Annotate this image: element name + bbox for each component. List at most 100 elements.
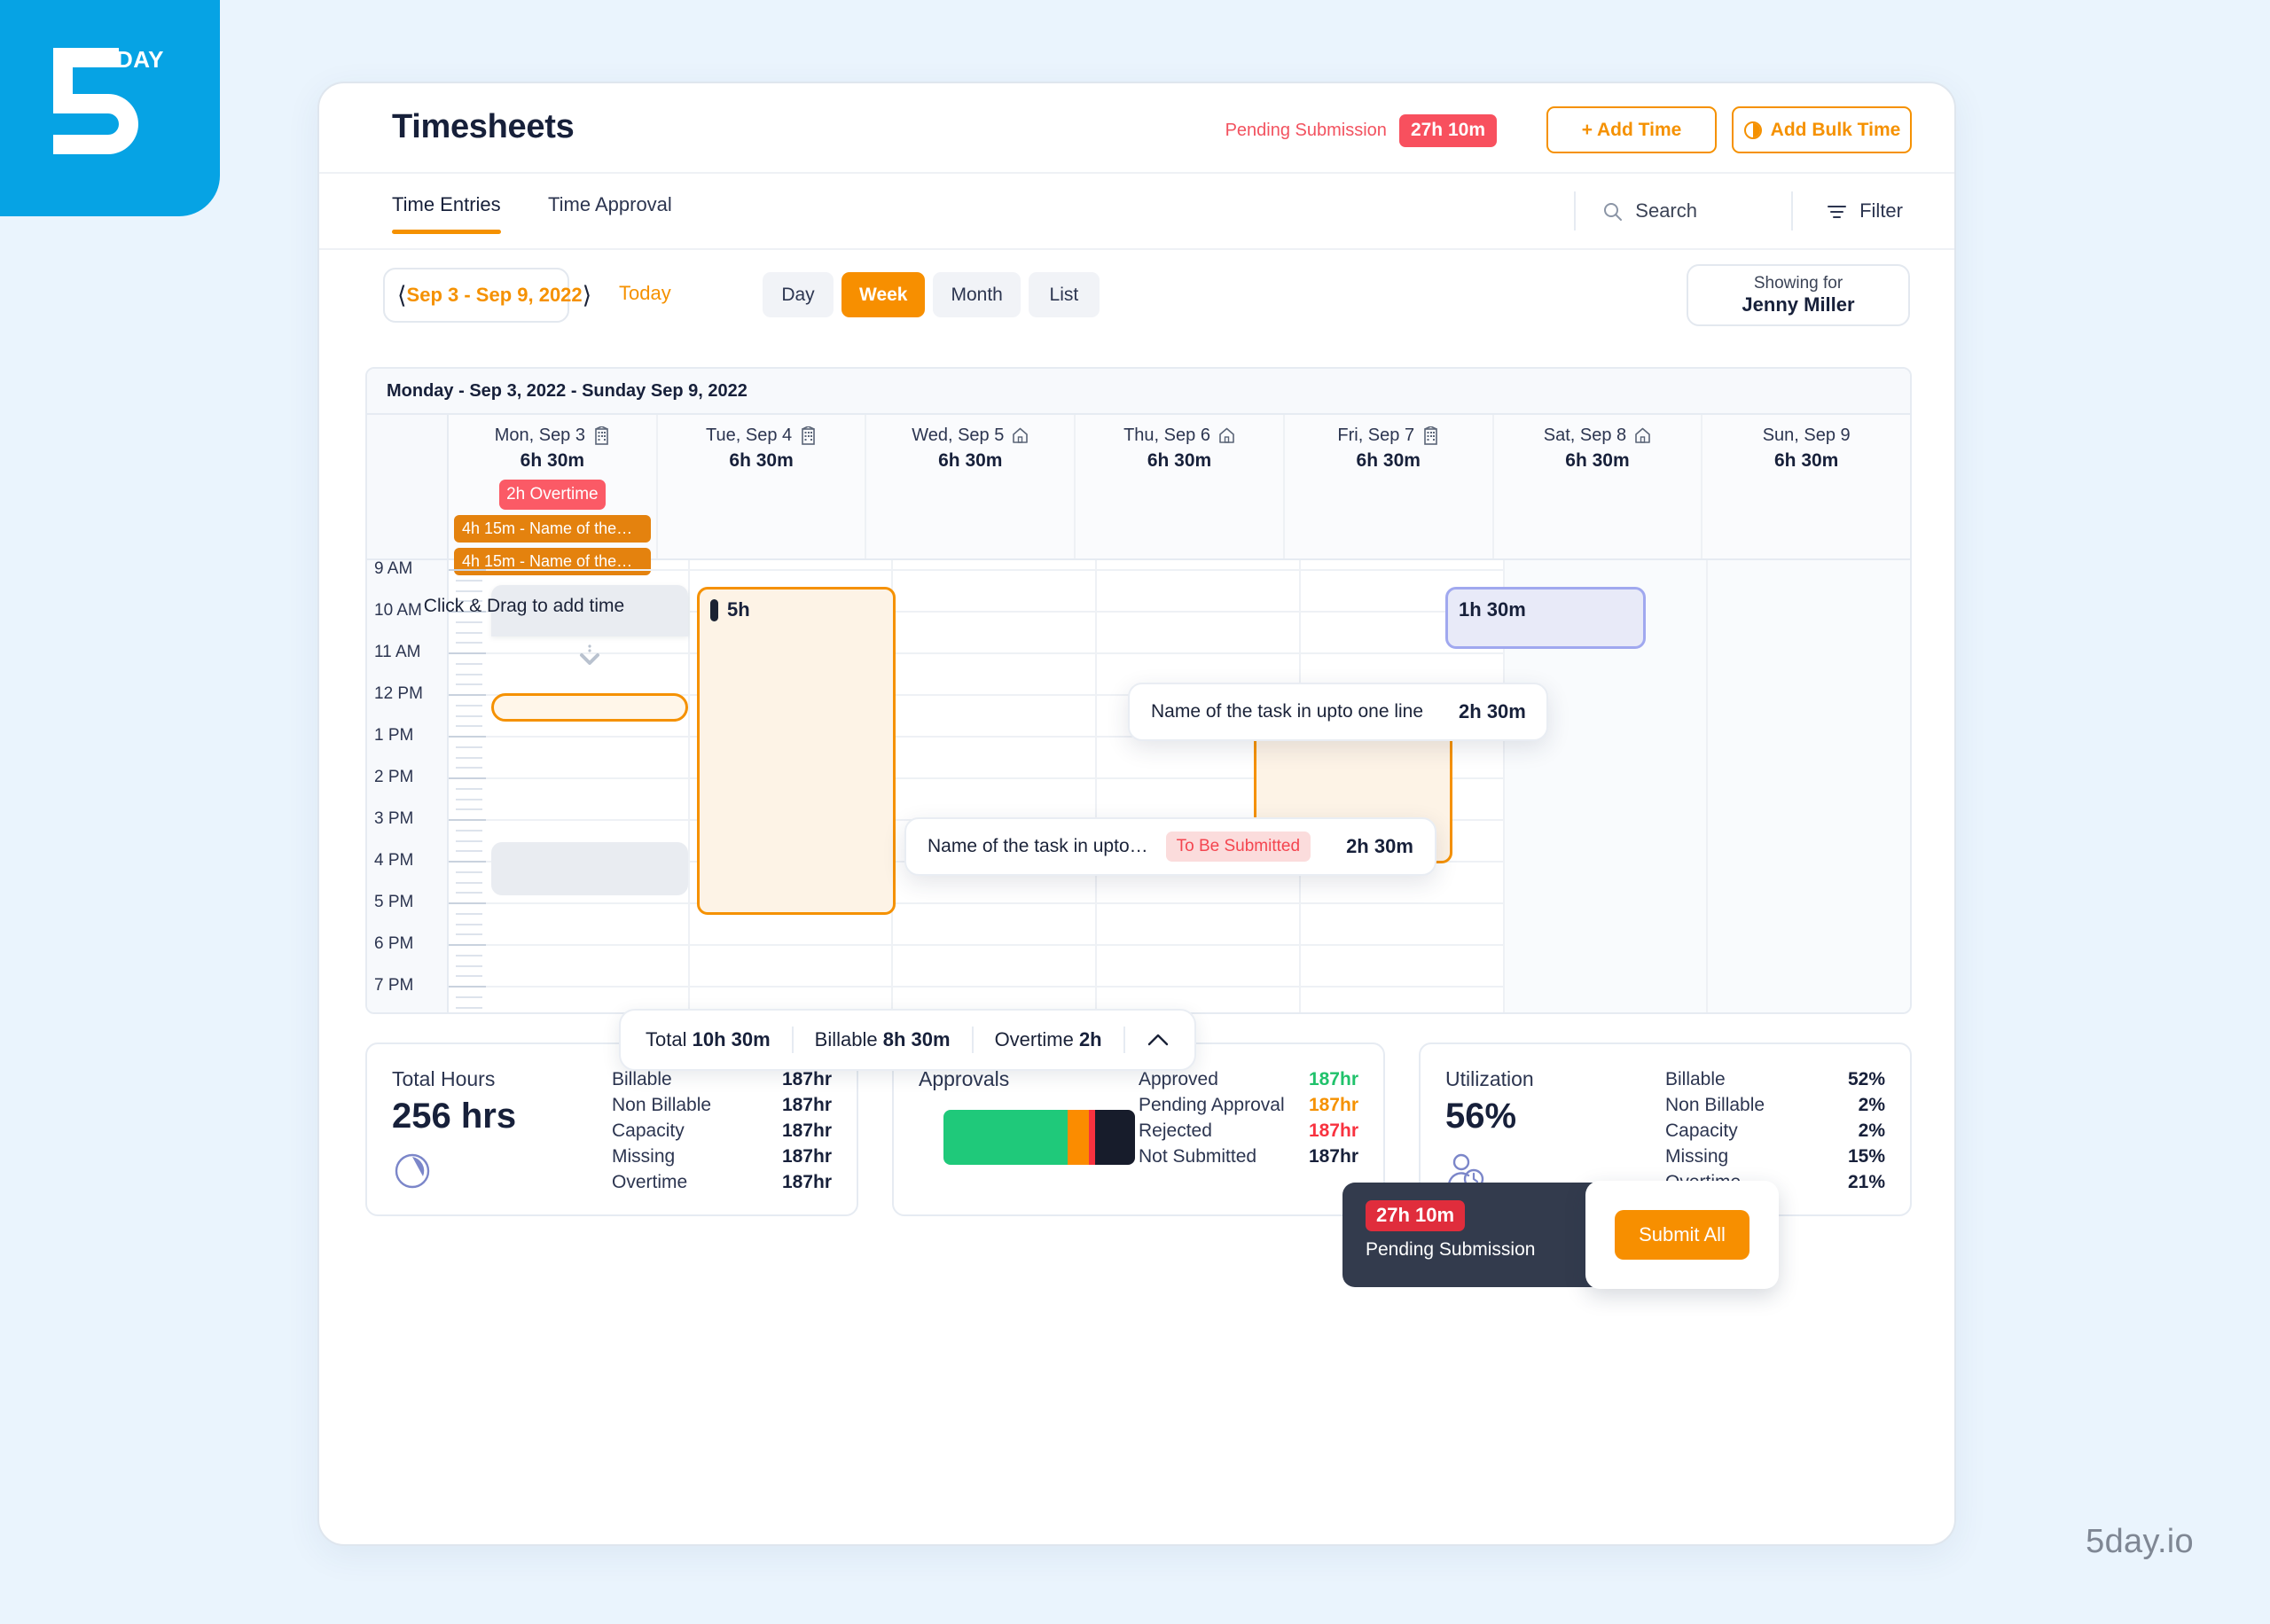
time-axis: 9 AM 10 AM 11 AM 12 PM 1 PM 2 PM 3 PM 4 PM 5 PM 6… <box>367 560 449 1012</box>
approvals-rows: Approved 187hr Pending Approval 187hr Reje… <box>1139 1067 1358 1191</box>
drag-to-add-block[interactable] <box>491 585 688 636</box>
time-label: 9 AM <box>374 560 413 578</box>
time-entry-tue-5h[interactable]: 5h <box>697 587 896 915</box>
chevron-right-icon[interactable]: ⟩ <box>583 283 592 308</box>
row-value: 21% <box>1847 1172 1885 1192</box>
approvals-heading: Approvals <box>919 1067 1010 1090</box>
total-hours-heading: Total Hours <box>392 1067 496 1090</box>
tab-time-entries[interactable]: Time Entries <box>392 193 501 234</box>
time-tick-major <box>449 569 486 571</box>
day-header-wed[interactable]: Wed, Sep 5 6h 30m <box>866 415 1076 558</box>
row-value: 187hr <box>1308 1095 1358 1115</box>
office-building-icon <box>1424 426 1437 445</box>
time-label: 2 PM <box>374 768 414 786</box>
view-option-month[interactable]: Month <box>933 272 1021 317</box>
row-value: 187hr <box>781 1069 832 1089</box>
drag-preview-block-mon[interactable] <box>491 842 688 895</box>
today-button[interactable]: Today <box>619 282 671 305</box>
calendar-toolbar: ⟨ Sep 3 - Sep 9, 2022 ⟩ Today Day Week M… <box>319 250 1954 342</box>
search-placeholder: Search <box>1635 199 1697 222</box>
day-header-sun[interactable]: Sun, Sep 9 6h 30m <box>1702 415 1910 558</box>
time-label: 12 PM <box>374 684 423 703</box>
row-value: 187hr <box>781 1095 832 1115</box>
chevron-up-icon[interactable] <box>1147 1033 1170 1047</box>
date-range-navigator[interactable]: ⟨ Sep 3 - Sep 9, 2022 ⟩ <box>383 268 591 323</box>
popover-duration: 2h 30m <box>1346 835 1413 857</box>
time-tick-minor <box>456 829 482 832</box>
row-key: Non Billable <box>1665 1095 1765 1115</box>
billable-value: 8h 30m <box>882 1028 951 1050</box>
pending-submission-badge: 27h 10m <box>1398 114 1497 147</box>
summary-row: Pending Approval 187hr <box>1139 1095 1358 1116</box>
time-tick-minor <box>456 683 482 686</box>
time-tick-minor <box>456 892 482 894</box>
divider <box>791 1027 794 1053</box>
add-bulk-time-button[interactable]: Add Bulk Time <box>1732 106 1912 153</box>
divider <box>971 1027 974 1053</box>
pending-submission-label: Pending Submission <box>1225 121 1387 140</box>
row-key: Overtime <box>612 1172 688 1192</box>
day-header-fri[interactable]: Fri, Sep 7 6h 30m <box>1285 415 1494 558</box>
totals-bar[interactable]: Total 10h 30m Billable 8h 30m Overtime 2… <box>619 1009 1196 1071</box>
summary-row: Rejected 187hr <box>1139 1120 1358 1142</box>
chevron-down-drag-icon[interactable] <box>575 642 605 672</box>
date-range-label: Sep 3 - Sep 9, 2022 <box>406 284 583 306</box>
search-input[interactable]: Search <box>1574 191 1697 230</box>
entry-popover-thu[interactable]: Name of the task in upto… To Be Submitte… <box>904 817 1436 876</box>
day-hours-fri: 6h 30m <box>1356 450 1421 471</box>
time-tick-minor <box>456 714 482 717</box>
row-value: 187hr <box>781 1120 832 1141</box>
summary-row: Non Billable 187hr <box>612 1095 832 1116</box>
summary-row: Non Billable 2% <box>1665 1095 1885 1116</box>
filter-button[interactable]: Filter <box>1791 191 1903 230</box>
view-option-day[interactable]: Day <box>763 272 834 317</box>
pending-submission-summary: Pending Submission 27h 10m <box>1225 114 1497 147</box>
row-key: Pending Approval <box>1139 1095 1285 1115</box>
submit-all-button[interactable]: Submit All <box>1615 1210 1749 1260</box>
grid-column-sun[interactable] <box>1708 560 1910 1012</box>
bar-segment-not-submitted <box>1094 1110 1135 1165</box>
popover-status-badge: To Be Submitted <box>1165 832 1311 862</box>
row-value: 187hr <box>781 1146 832 1167</box>
empty-time-slot-mon[interactable] <box>491 693 688 722</box>
time-entry-fri-1h30m[interactable]: 1h 30m <box>1445 587 1646 649</box>
day-header-tue[interactable]: Tue, Sep 4 6h 30m <box>658 415 867 558</box>
showing-for-selector[interactable]: Showing for Jenny Miller <box>1687 264 1910 326</box>
add-time-button[interactable]: + Add Time <box>1546 106 1717 153</box>
time-tick-major <box>449 736 486 738</box>
time-tick-minor <box>456 642 482 644</box>
popover-task-name: Name of the task in upto one line <box>1151 701 1424 722</box>
row-value: 2% <box>1858 1095 1885 1115</box>
tab-time-approval[interactable]: Time Approval <box>548 193 672 234</box>
total-hours-left: Total Hours 256 hrs <box>392 1067 603 1191</box>
utilization-value: 56% <box>1445 1097 1517 1136</box>
time-tick-minor <box>456 912 482 915</box>
divider <box>1123 1027 1125 1053</box>
popover-duration: 2h 30m <box>1459 700 1526 722</box>
total-value: 10h 30m <box>692 1028 771 1050</box>
allday-entry-mon-1[interactable]: 4h 15m - Name of the… <box>454 515 651 543</box>
filter-label: Filter <box>1859 199 1903 222</box>
summary-row: Billable 187hr <box>612 1069 832 1090</box>
time-tick-minor <box>456 746 482 748</box>
billable-label-value: Billable 8h 30m <box>815 1028 951 1051</box>
day-header-sat[interactable]: Sat, Sep 8 6h 30m <box>1494 415 1703 558</box>
entry-popover-fri[interactable]: Name of the task in upto one line 2h 30m… <box>1128 683 1548 741</box>
day-header-mon[interactable]: Mon, Sep 3 6h 30m 2h Overtime 4h 15m - N… <box>449 415 658 575</box>
day-header-thu[interactable]: Thu, Sep 6 6h 30m <box>1076 415 1285 558</box>
time-tick-minor <box>456 798 482 800</box>
overtime-chip-mon: 2h Overtime <box>498 480 606 510</box>
grid-column-wed[interactable] <box>893 560 1098 1012</box>
chevron-left-icon[interactable]: ⟨ <box>397 283 407 308</box>
day-hours-wed: 6h 30m <box>938 450 1003 471</box>
bar-segment-approved <box>943 1110 1068 1165</box>
time-tick-major <box>449 652 486 654</box>
entry-marker-dark <box>710 598 718 621</box>
footer-brand: 5day.io <box>2086 1523 2194 1560</box>
view-option-week[interactable]: Week <box>841 272 926 317</box>
utilization-rows: Billable 52% Non Billable 2% Capacity 2% Mi… <box>1665 1067 1885 1192</box>
add-bulk-time-label: Add Bulk Time <box>1770 119 1901 140</box>
entry-duration-tue: 5h <box>727 598 750 621</box>
submit-all-card: Submit All <box>1585 1181 1779 1289</box>
view-option-list[interactable]: List <box>1028 272 1100 317</box>
